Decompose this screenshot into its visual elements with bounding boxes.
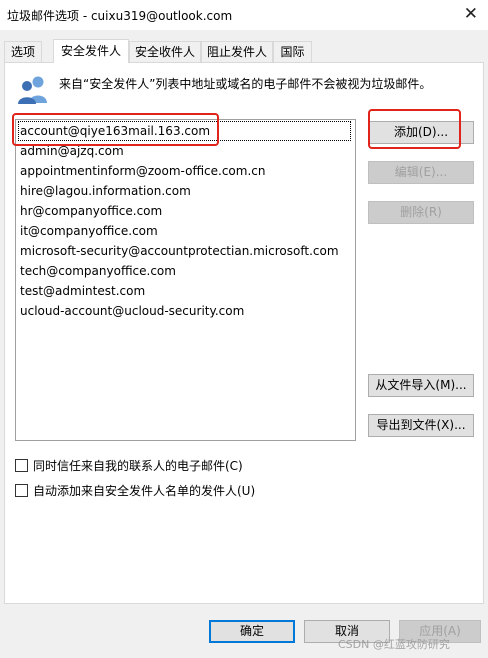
edit-button[interactable]: 编辑(E)... — [368, 161, 474, 184]
checkbox-label: 自动添加来自安全发件人名单的发件人(U) — [33, 484, 256, 498]
list-item[interactable]: test@admintest.com — [19, 282, 145, 300]
safe-senders-list[interactable]: account@qiye163mail.163.com admin@ajzq.c… — [15, 119, 356, 441]
tab-options[interactable]: 选项 — [4, 41, 42, 62]
people-icon — [18, 76, 47, 104]
list-item[interactable]: admin@ajzq.com — [19, 142, 124, 160]
import-from-file-button[interactable]: 从文件导入(M)... — [368, 374, 474, 397]
list-item[interactable]: account@qiye163mail.163.com — [18, 121, 351, 141]
title-bar: 垃圾邮件选项 - cuixu319@outlook.com ✕ — [0, 0, 488, 30]
list-item[interactable]: hr@companyoffice.com — [19, 202, 162, 220]
trust-contacts-checkbox[interactable]: 同时信任来自我的联系人的电子邮件(C) — [15, 458, 243, 474]
checkbox-box[interactable] — [15, 484, 28, 497]
remove-button[interactable]: 删除(R) — [368, 201, 474, 224]
list-item[interactable]: it@companyoffice.com — [19, 222, 158, 240]
watermark: CSDN @红蓝攻防研究 — [338, 638, 450, 651]
checkbox-label: 同时信任来自我的联系人的电子邮件(C) — [33, 459, 243, 473]
list-item[interactable]: tech@companyoffice.com — [19, 262, 176, 280]
tab-safe-recipients[interactable]: 安全收件人 — [129, 41, 201, 62]
export-to-file-button[interactable]: 导出到文件(X)... — [368, 414, 474, 437]
tab-safe-senders[interactable]: 安全发件人 — [53, 39, 129, 63]
auto-add-senders-checkbox[interactable]: 自动添加来自安全发件人名单的发件人(U) — [15, 483, 255, 499]
list-item[interactable]: hire@lagou.information.com — [19, 182, 191, 200]
safe-senders-panel: 来自“安全发件人”列表中地址或域名的电子邮件不会被视为垃圾邮件。 account… — [4, 62, 484, 604]
window-title: 垃圾邮件选项 - cuixu319@outlook.com — [7, 9, 233, 23]
ok-button[interactable]: 确定 — [209, 620, 295, 643]
list-item[interactable]: appointmentinform@zoom-office.com.cn — [19, 162, 265, 180]
checkbox-box[interactable] — [15, 459, 28, 472]
tab-international[interactable]: 国际 — [273, 41, 312, 62]
close-icon[interactable]: ✕ — [464, 4, 478, 24]
add-button[interactable]: 添加(D)... — [368, 121, 474, 144]
tab-blocked-senders[interactable]: 阻止发件人 — [201, 41, 273, 62]
list-item[interactable]: microsoft-security@accountprotectian.mic… — [19, 242, 339, 260]
list-item[interactable]: ucloud-account@ucloud-security.com — [19, 302, 244, 320]
description-text: 来自“安全发件人”列表中地址或域名的电子邮件不会被视为垃圾邮件。 — [59, 77, 432, 91]
